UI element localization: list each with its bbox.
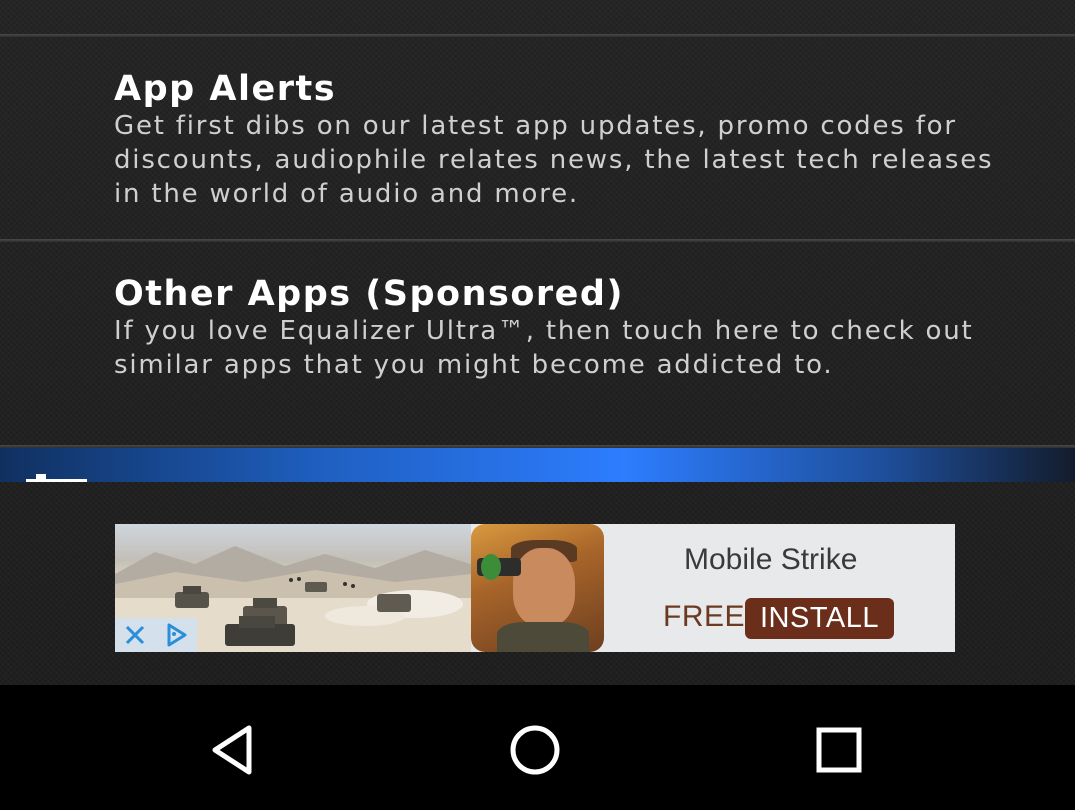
- system-navigation-bar: [0, 685, 1075, 810]
- item-title: App Alerts: [114, 69, 337, 109]
- item-title: Other Apps (Sponsored): [114, 274, 624, 314]
- bottom-control-bar: [0, 448, 1075, 482]
- item-description: If you love Equalizer Ultra™, then touch…: [114, 316, 974, 380]
- previous-item-remnant: [0, 0, 1075, 35]
- settings-item-other-apps[interactable]: Other Apps (Sponsored) If you love Equal…: [0, 242, 1075, 445]
- screen: App Alerts Get first dibs on our latest …: [0, 0, 1075, 810]
- item-description: Get first dibs on our latest app updates…: [114, 111, 994, 209]
- close-icon[interactable]: [115, 618, 155, 652]
- ad-price: FREE: [663, 600, 746, 633]
- home-icon[interactable]: [490, 705, 580, 795]
- install-button[interactable]: INSTALL: [745, 598, 894, 639]
- ad-character-image: [471, 524, 604, 652]
- back-icon[interactable]: [188, 705, 278, 795]
- settings-item-app-alerts[interactable]: App Alerts Get first dibs on our latest …: [0, 37, 1075, 240]
- slider-handle-icon[interactable]: [26, 474, 87, 482]
- ad-banner[interactable]: Mobile Strike FREE INSTALL: [115, 524, 955, 652]
- recents-icon[interactable]: [794, 705, 884, 795]
- adchoices-icon[interactable]: [155, 618, 197, 652]
- ad-title: Mobile Strike: [684, 543, 858, 576]
